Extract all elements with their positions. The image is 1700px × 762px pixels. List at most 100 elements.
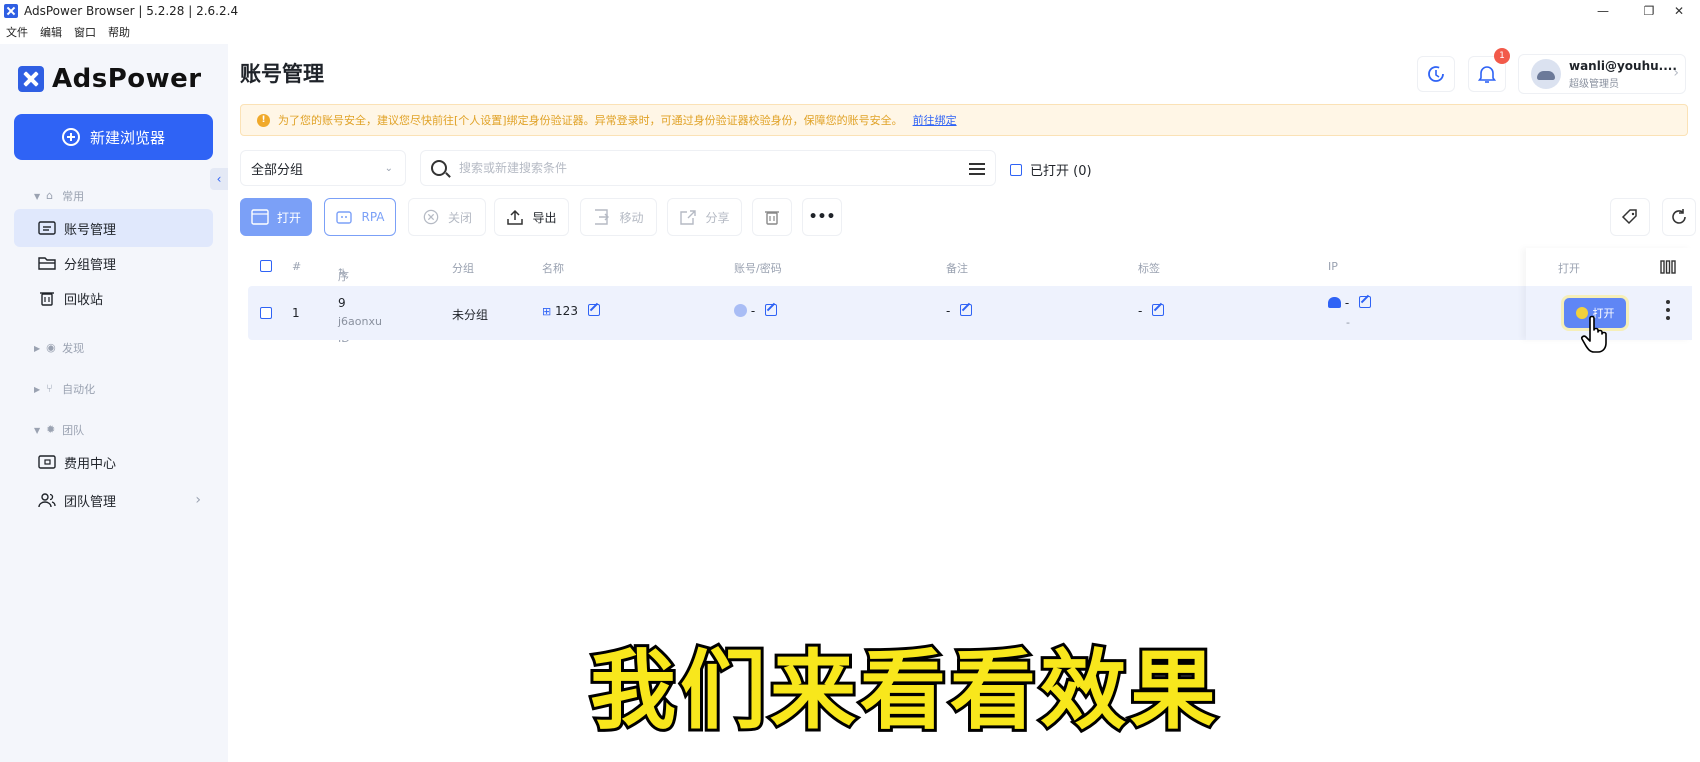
sidebar: AdsPower 新建浏览器 ‹ ▼ ⌂ 常用 账号管理 分组管理 回收站 ▶ …: [0, 44, 228, 762]
edit-icon[interactable]: [1152, 304, 1165, 316]
header-name: 名称: [542, 262, 564, 275]
compass-icon: ◉: [46, 341, 56, 354]
close-profile-button[interactable]: 关闭: [408, 198, 486, 236]
collapse-sidebar-button[interactable]: ‹: [210, 168, 228, 190]
warning-icon: !: [257, 113, 270, 127]
title-bar: AdsPower Browser | 5.2.28 | 2.6.2.4 — ❐ …: [0, 0, 1700, 22]
caret-down-icon: ▼: [34, 191, 41, 201]
window-title: AdsPower Browser | 5.2.28 | 2.6.2.4: [24, 4, 239, 18]
sidebar-item-team-management[interactable]: 团队管理 ›: [14, 481, 213, 519]
chevron-right-icon: ›: [1673, 65, 1679, 81]
column-settings-icon[interactable]: [1660, 260, 1676, 274]
share-button[interactable]: 分享: [667, 198, 742, 236]
notice-text: 为了您的账号安全，建议您尽快前往[个人设置]绑定身份验证器。异常登录时，可通过身…: [278, 114, 903, 127]
avatar: [1531, 59, 1561, 89]
notification-badge: 1: [1494, 48, 1510, 64]
close-circle-icon: [423, 209, 439, 225]
row-account-cell: -: [734, 304, 777, 318]
user-menu[interactable]: wanli@youhu.... 超级管理员 ›: [1518, 54, 1686, 94]
move-button[interactable]: 移动: [580, 198, 657, 236]
header-group: 分组: [452, 262, 474, 275]
row-remark-cell: -: [946, 304, 973, 318]
opened-filter-checkbox[interactable]: 已打开 (0): [1010, 160, 1092, 179]
rpa-button[interactable]: RPA: [324, 198, 396, 236]
row-remark: -: [946, 304, 951, 318]
header-open: 打开: [1558, 262, 1580, 275]
home-icon: ⌂: [46, 189, 54, 202]
flow-icon: ⑂: [46, 382, 53, 395]
row-tag: -: [1138, 304, 1143, 318]
brand-logo: AdsPower: [18, 64, 202, 94]
search-icon: [431, 160, 447, 176]
move-icon: [595, 209, 610, 225]
filter-settings-icon[interactable]: [969, 161, 985, 175]
refresh-icon: [1672, 209, 1686, 224]
robot-icon: [336, 211, 353, 224]
brand-name: AdsPower: [52, 64, 202, 94]
export-button[interactable]: 导出: [494, 198, 569, 236]
header-tag: 标签: [1138, 262, 1160, 275]
user-name: wanli@youhu....: [1569, 58, 1677, 73]
header-remark: 备注: [946, 262, 968, 275]
close-window-button[interactable]: ✕: [1656, 0, 1700, 22]
row-checkbox[interactable]: [260, 307, 272, 319]
menu-file[interactable]: 文件: [6, 24, 28, 40]
bind-authenticator-link[interactable]: 前往绑定: [913, 112, 957, 128]
tag-button[interactable]: [1610, 198, 1650, 236]
edit-icon[interactable]: [587, 304, 600, 316]
edit-icon[interactable]: [960, 304, 973, 316]
row-ip-sub: -: [1346, 316, 1350, 329]
menu-help[interactable]: 帮助: [108, 24, 130, 40]
bell-icon: [1478, 66, 1496, 83]
sidebar-item-group-management[interactable]: 分组管理: [14, 244, 213, 282]
sidebar-item-recycle-bin[interactable]: 回收站: [14, 279, 213, 317]
row-more-button[interactable]: [1666, 300, 1670, 320]
select-all-checkbox[interactable]: [260, 260, 272, 272]
proxy-icon: [1328, 297, 1341, 308]
section-common[interactable]: ▼ ⌂ 常用: [34, 188, 84, 204]
sidebar-item-billing[interactable]: 费用中心: [14, 443, 213, 481]
users-icon: [38, 493, 56, 508]
refresh-button[interactable]: [1662, 198, 1696, 236]
row-index: 1: [292, 306, 300, 320]
new-browser-button[interactable]: 新建浏览器: [14, 114, 213, 160]
header-index: #: [292, 260, 302, 273]
caret-right-icon: ▶: [34, 384, 41, 394]
wallet-icon: [38, 455, 56, 469]
menu-edit[interactable]: 编辑: [40, 24, 62, 40]
open-button[interactable]: 打开: [240, 198, 312, 236]
group-select[interactable]: 全部分组 ⌄: [240, 150, 406, 186]
delete-button[interactable]: [752, 198, 792, 236]
new-browser-label: 新建浏览器: [89, 128, 165, 147]
minimize-button[interactable]: —: [1580, 0, 1626, 22]
sync-button[interactable]: [1417, 56, 1455, 92]
search-input[interactable]: [459, 161, 939, 175]
page-title: 账号管理: [240, 62, 324, 86]
checkbox[interactable]: [1010, 163, 1022, 176]
edit-icon[interactable]: [1359, 296, 1371, 308]
chevron-right-icon: ›: [195, 492, 201, 508]
row-account: -: [750, 304, 756, 318]
windows-icon: ⊞: [542, 305, 552, 318]
section-team[interactable]: ▼ ✹ 团队: [34, 422, 84, 438]
section-automation[interactable]: ▶ ⑂ 自动化: [34, 381, 95, 397]
sync-icon: [1428, 66, 1444, 82]
edit-icon[interactable]: [765, 304, 777, 316]
header-ip: IP: [1328, 260, 1338, 273]
hand-cursor-icon: [1581, 315, 1607, 353]
row-ip: -: [1344, 296, 1350, 310]
row-account-id: j6aonxu: [338, 315, 382, 328]
row-name-cell: ⊞ 123: [542, 304, 600, 318]
row-tag-cell: -: [1138, 304, 1165, 318]
menu-window[interactable]: 窗口: [74, 24, 96, 40]
table-row[interactable]: 1 9 j6aonxu 未分组 ⊞ 123 - - - - -: [248, 286, 1688, 340]
row-group: 未分组: [452, 308, 489, 322]
folder-open-icon: [38, 257, 56, 270]
more-actions-button[interactable]: •••: [802, 198, 842, 236]
section-discover[interactable]: ▶ ◉ 发现: [34, 340, 84, 356]
sort-icon: ⇅: [338, 268, 346, 278]
trash-icon: [765, 211, 779, 225]
platform-icon: [734, 304, 747, 317]
browser-window-icon: [251, 209, 269, 225]
sidebar-item-account-management[interactable]: 账号管理: [14, 209, 213, 247]
